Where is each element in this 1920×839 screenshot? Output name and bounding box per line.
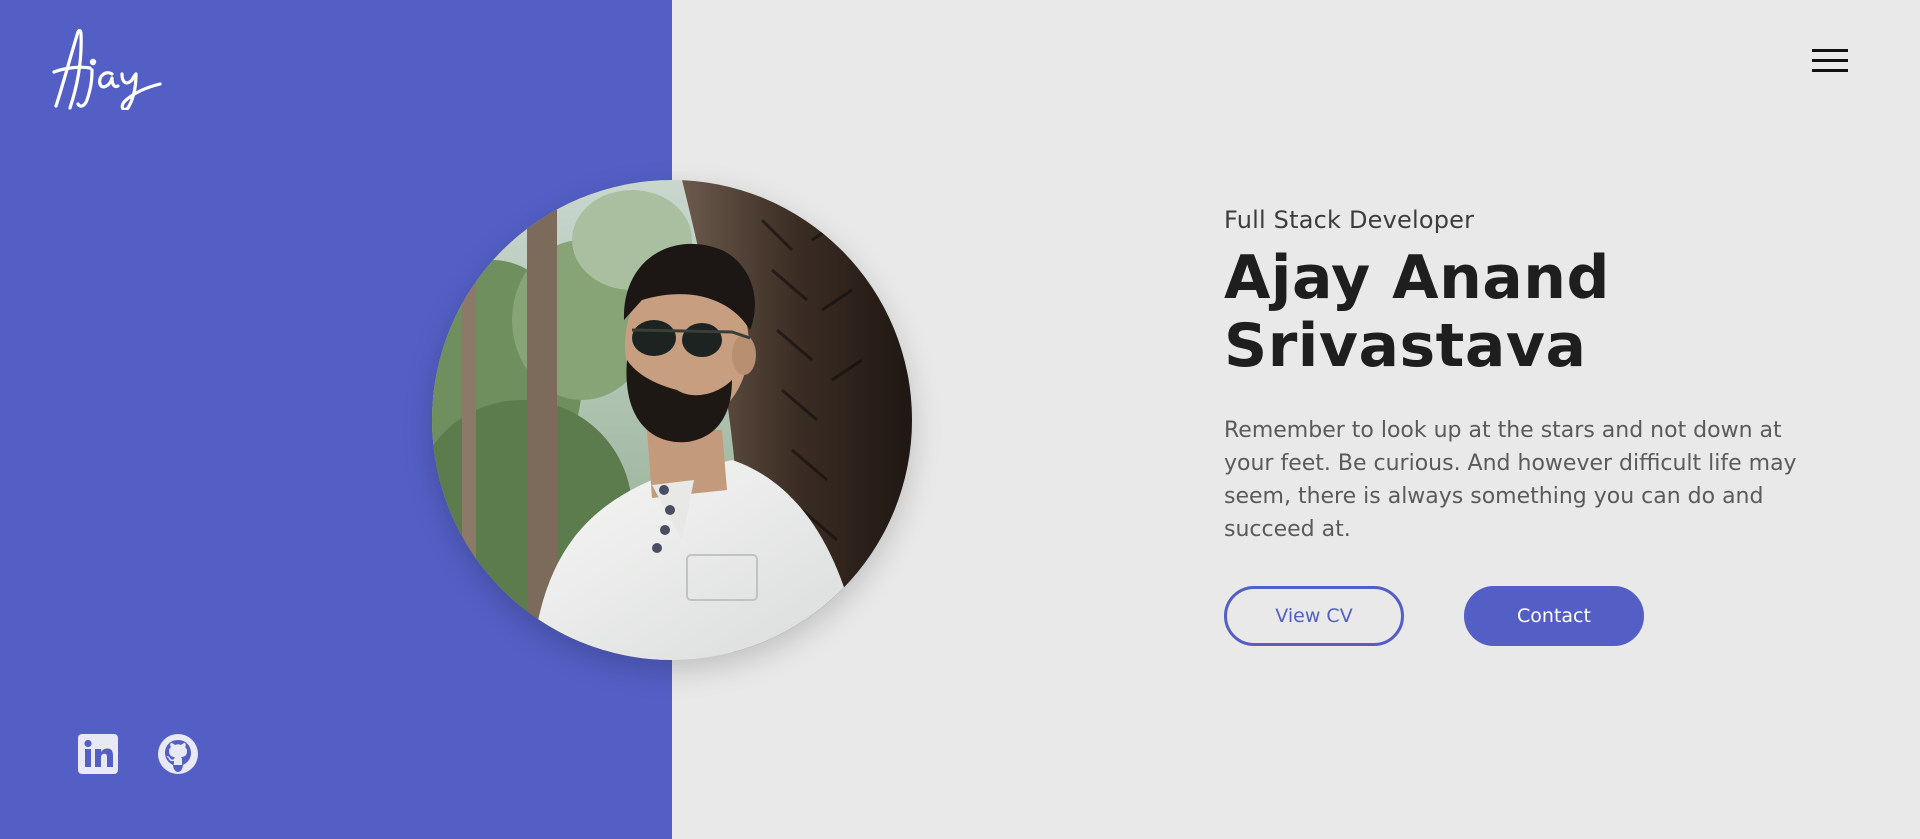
view-cv-button[interactable]: View CV [1224, 586, 1404, 646]
profile-photo [432, 180, 912, 660]
github-link[interactable] [158, 734, 198, 774]
linkedin-icon [78, 734, 118, 774]
person-name: Ajay Anand Srivastava [1224, 244, 1824, 380]
menu-icon-line [1812, 68, 1848, 72]
logo-signature [52, 29, 162, 112]
job-title: Full Stack Developer [1224, 206, 1475, 234]
linkedin-link[interactable] [78, 734, 118, 774]
hero-actions: View CV Contact [1224, 586, 1824, 646]
social-links [78, 734, 198, 774]
name-line-1: Ajay Anand [1224, 243, 1610, 313]
github-icon [158, 734, 198, 774]
menu-button[interactable] [1812, 44, 1854, 76]
menu-icon-line [1812, 58, 1848, 62]
logo[interactable] [52, 28, 164, 112]
hero-quote: Remember to look up at the stars and not… [1224, 418, 1797, 542]
profile-photo-illustration [432, 180, 912, 660]
hero-section: Full Stack Developer Ajay Anand Srivasta… [1224, 204, 1824, 646]
contact-button[interactable]: Contact [1464, 586, 1644, 646]
name-line-2: Srivastava [1224, 311, 1587, 381]
page: Full Stack Developer Ajay Anand Srivasta… [0, 0, 1920, 839]
menu-icon-line [1812, 48, 1848, 52]
